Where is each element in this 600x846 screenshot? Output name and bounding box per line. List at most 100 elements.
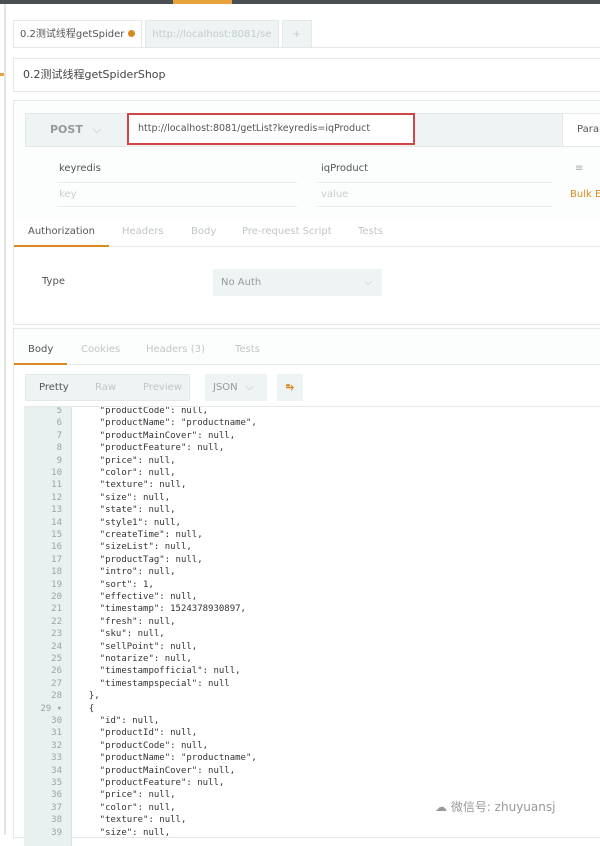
- line-number: 16: [24, 541, 62, 553]
- sidebar-edge[interactable]: [4, 4, 6, 835]
- method-label: POST: [50, 123, 83, 136]
- auth-type-label: Type: [42, 276, 65, 287]
- line-text: "productTag": null,: [78, 554, 203, 566]
- line-number: 32: [24, 740, 62, 752]
- line-text: "timestampofficial": null,: [78, 665, 241, 677]
- line-number: 29 ▾: [24, 703, 62, 715]
- line-text: "productFeature": null,: [78, 442, 224, 454]
- line-number: 8: [24, 442, 62, 454]
- tab-body[interactable]: Body: [191, 219, 216, 245]
- line-text: "price": null,: [78, 789, 176, 801]
- url-input[interactable]: http://localhost:8081/getList?keyredis=i…: [127, 113, 415, 145]
- params-button[interactable]: Params: [562, 114, 600, 146]
- auth-section: Type No Auth ⌵: [14, 248, 600, 324]
- value-placeholder[interactable]: value: [321, 189, 348, 200]
- line-number: 15: [24, 529, 62, 541]
- tab-label: http://localhost:8081/se: [152, 29, 271, 40]
- line-text: "fresh": null,: [78, 616, 176, 628]
- method-select[interactable]: POST ⌵: [50, 114, 101, 146]
- line-text: "productFeature": null,: [78, 777, 224, 789]
- line-text: "size": null,: [78, 827, 170, 839]
- format-value: JSON: [213, 382, 238, 393]
- request-title[interactable]: 0.2测试线程getSpiderShop: [13, 58, 600, 92]
- line-text: "color": null,: [78, 802, 176, 814]
- unsaved-dot-icon: [128, 30, 135, 37]
- line-text: {: [78, 703, 94, 715]
- view-preview[interactable]: Preview: [143, 375, 182, 400]
- line-text: "texture": null,: [78, 814, 186, 826]
- format-select[interactable]: JSON ⌵: [205, 374, 267, 401]
- bulk-edit-link[interactable]: Bulk E: [570, 189, 600, 200]
- line-text: "notarize": null,: [78, 653, 192, 665]
- active-indicator: [173, 0, 232, 4]
- tab-pre-request-script[interactable]: Pre-request Script: [242, 219, 332, 245]
- wrap-lines-button[interactable]: ⥱: [277, 374, 303, 401]
- line-number: 22: [24, 616, 62, 628]
- auth-type-value: No Auth: [221, 277, 261, 288]
- line-text: "createTime": null,: [78, 529, 203, 541]
- line-text: "productCode": null,: [78, 740, 208, 752]
- tab-tests[interactable]: Tests: [358, 219, 383, 245]
- line-text: "productCode": null,: [78, 406, 208, 417]
- line-number: 14: [24, 517, 62, 529]
- watermark: ☁ 微信号: zhuyuansj: [435, 798, 555, 815]
- tab-response-body[interactable]: Body: [14, 337, 67, 365]
- line-text: "timestampspecial": null: [78, 678, 230, 690]
- line-number: 23: [24, 628, 62, 640]
- line-number: 18: [24, 566, 62, 578]
- new-tab-button[interactable]: +: [282, 20, 312, 47]
- request-tab[interactable]: http://localhost:8081/se: [145, 20, 278, 47]
- tab-headers[interactable]: Headers: [122, 219, 164, 245]
- window-top-bar: [0, 0, 600, 4]
- line-number: 38: [24, 814, 62, 826]
- chevron-down-icon: ⌵: [364, 269, 372, 296]
- line-text: },: [78, 690, 100, 702]
- param-value[interactable]: iqProduct: [321, 163, 368, 174]
- auth-type-select[interactable]: No Auth ⌵: [213, 269, 382, 296]
- line-text: "productName": "productname",: [78, 417, 257, 429]
- divider: [13, 47, 600, 48]
- line-number: 12: [24, 492, 62, 504]
- tab-response-tests[interactable]: Tests: [235, 337, 260, 363]
- line-text: "sizeList": null,: [78, 541, 192, 553]
- view-pretty[interactable]: Pretty: [39, 375, 69, 400]
- response-panel: Body Cookies Headers (3) Tests Pretty Ra…: [13, 328, 600, 838]
- line-number: 9: [24, 455, 62, 467]
- line-number: 7: [24, 430, 62, 442]
- request-options-tabs: Authorization Headers Body Pre-request S…: [14, 219, 600, 247]
- watermark-text: 微信号: zhuyuansj: [451, 800, 556, 814]
- line-text: "state": null,: [78, 504, 176, 516]
- line-text: "productMainCover": null,: [78, 430, 235, 442]
- line-number: 21: [24, 603, 62, 615]
- line-number: 10: [24, 467, 62, 479]
- view-raw[interactable]: Raw: [95, 375, 116, 400]
- line-number: 6: [24, 417, 62, 429]
- chevron-down-icon: ⌵: [93, 123, 101, 136]
- line-text: "effective": null,: [78, 591, 197, 603]
- param-key[interactable]: keyredis: [59, 163, 101, 174]
- chevron-down-icon: ⌵: [246, 382, 254, 393]
- line-number: 25: [24, 653, 62, 665]
- line-text: "productId": null,: [78, 727, 197, 739]
- line-number: 31: [24, 727, 62, 739]
- line-text: "color": null,: [78, 467, 176, 479]
- response-code-viewer[interactable]: 5 "productCode": null, 6 "productName": "…: [24, 406, 600, 846]
- line-number: 39: [24, 827, 62, 839]
- line-number: 37: [24, 802, 62, 814]
- line-text: "productName": "productname",: [78, 752, 257, 764]
- line-text: "texture": null,: [78, 479, 186, 491]
- response-tabs: Body Cookies Headers (3) Tests: [14, 329, 600, 365]
- tab-authorization[interactable]: Authorization: [14, 219, 109, 247]
- tab-response-headers[interactable]: Headers (3): [146, 337, 205, 363]
- tab-label: 0.2测试线程getSpider: [20, 29, 124, 40]
- request-tab-active[interactable]: 0.2测试线程getSpider: [13, 20, 142, 47]
- tab-cookies[interactable]: Cookies: [81, 337, 120, 363]
- line-number: 35: [24, 777, 62, 789]
- drag-handle-icon[interactable]: ≡: [575, 163, 583, 174]
- url-bar: POST ⌵ http://localhost:8081/getList?key…: [25, 113, 600, 147]
- line-number: 27: [24, 678, 62, 690]
- line-number: 30: [24, 715, 62, 727]
- key-placeholder[interactable]: key: [59, 189, 77, 200]
- line-number: 5: [24, 406, 62, 417]
- request-panel: POST ⌵ http://localhost:8081/getList?key…: [13, 100, 600, 325]
